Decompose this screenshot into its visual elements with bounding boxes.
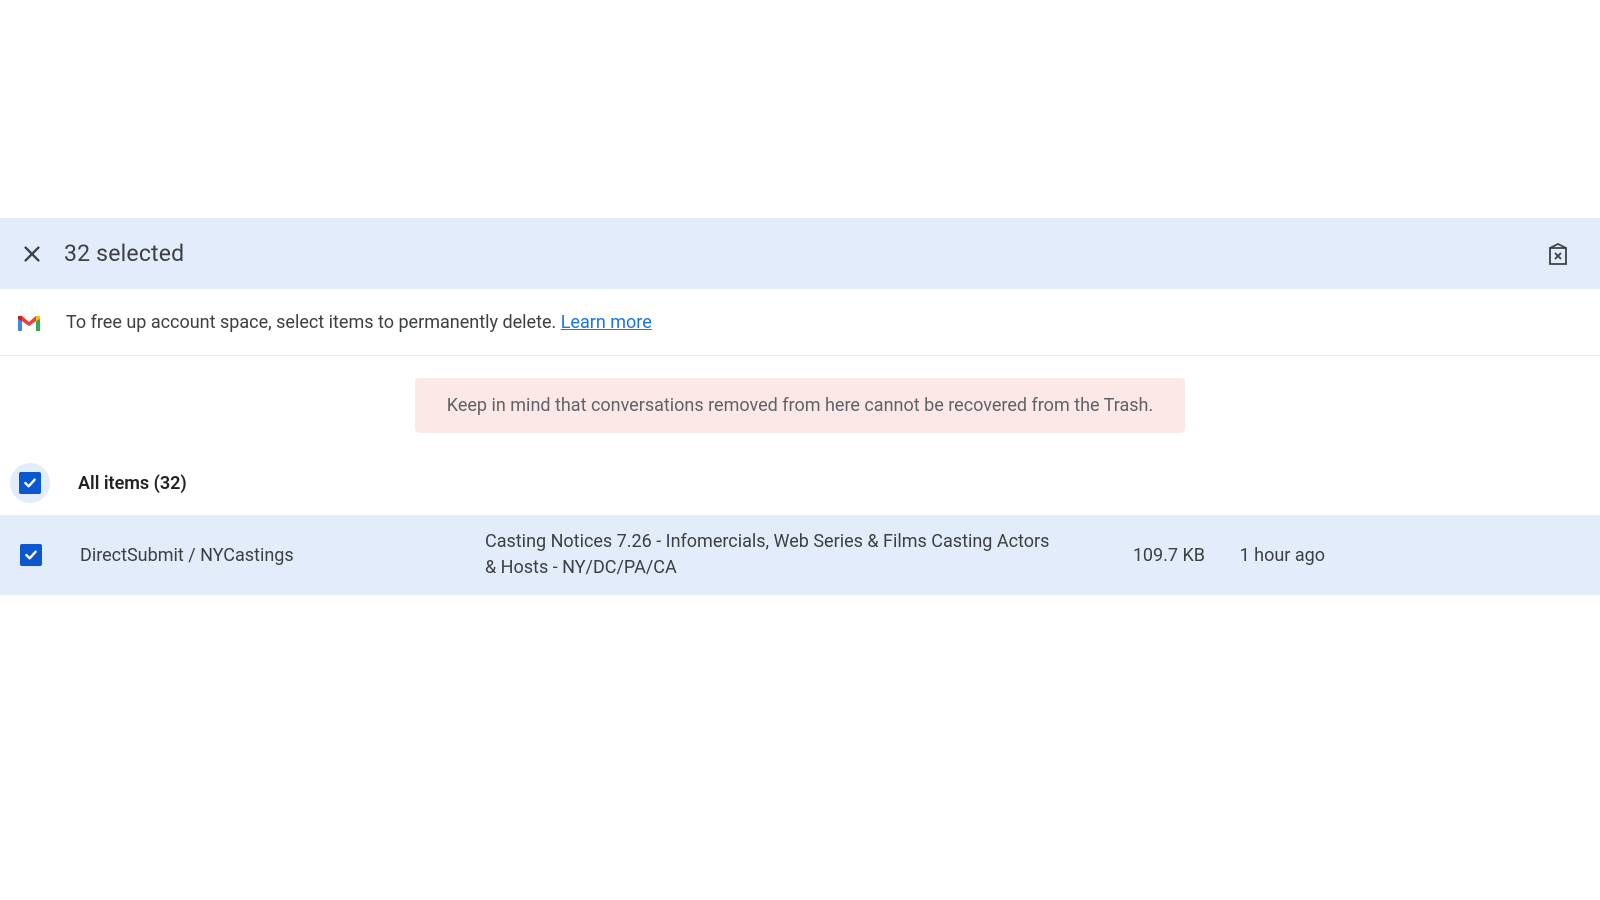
checkmark-icon: [23, 547, 39, 563]
email-subject: Casting Notices 7.26 - Infomercials, Web…: [485, 529, 1065, 581]
all-items-row[interactable]: All items (32): [0, 451, 1600, 515]
select-all-checkbox[interactable]: [10, 463, 50, 503]
email-row[interactable]: DirectSubmit / NYCastings Casting Notice…: [0, 515, 1600, 595]
delete-forever-icon: [1547, 242, 1569, 266]
delete-forever-button[interactable]: [1544, 240, 1572, 268]
learn-more-link[interactable]: Learn more: [561, 312, 652, 333]
all-items-label: All items (32): [78, 473, 187, 494]
warning-text: Keep in mind that conversations removed …: [447, 395, 1153, 416]
row-checkbox[interactable]: [20, 544, 42, 566]
email-time: 1 hour ago: [1205, 545, 1425, 566]
close-selection-button[interactable]: [20, 242, 44, 266]
info-text-content: To free up account space, select items t…: [66, 312, 561, 333]
gmail-logo-icon: [16, 313, 42, 333]
selection-bar: 32 selected: [0, 218, 1600, 290]
selected-count-text: 32 selected: [64, 240, 184, 267]
info-bar: To free up account space, select items t…: [0, 290, 1600, 356]
email-size: 109.7 KB: [1065, 545, 1205, 566]
info-text: To free up account space, select items t…: [66, 312, 652, 333]
close-icon: [21, 243, 43, 265]
checkmark-icon: [22, 475, 38, 491]
warning-banner: Keep in mind that conversations removed …: [415, 378, 1185, 433]
email-sender: DirectSubmit / NYCastings: [80, 545, 485, 566]
